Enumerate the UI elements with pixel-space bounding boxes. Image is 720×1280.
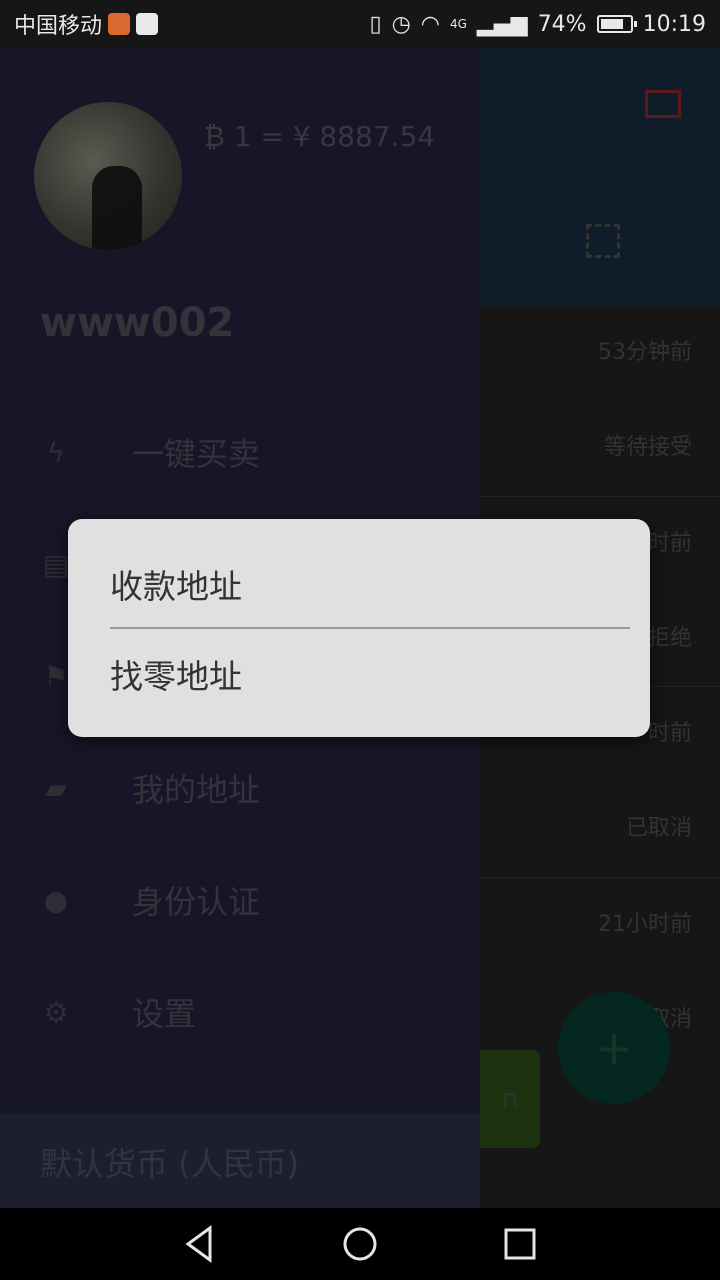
list-item[interactable]: 21小时前 (480, 878, 720, 973)
clock-time: 10:19 (642, 11, 706, 37)
back-icon[interactable] (180, 1224, 220, 1264)
avatar[interactable] (34, 102, 182, 250)
gear-icon: ⚙ (43, 995, 69, 1029)
user-icon: ● (43, 883, 69, 917)
plus-icon: + (594, 1021, 634, 1075)
battery-percent: 74% (537, 11, 587, 37)
signal-icon: ▂▄▆ (476, 11, 528, 37)
home-icon[interactable] (340, 1224, 380, 1264)
default-currency-item[interactable]: 默认货币 (人民币) (0, 1114, 480, 1210)
y-app-icon (136, 13, 159, 35)
menu-item-settings[interactable]: ⚙ 设置 (0, 972, 480, 1052)
exchange-rate: ₿ 1 = ¥ 8887.54 (204, 120, 436, 153)
list-item[interactable]: 53分钟前 (480, 306, 720, 401)
battery-icon (596, 15, 637, 33)
vibrate-icon: ▯ (369, 11, 382, 37)
book-icon: ▰ (45, 771, 67, 805)
receive-address-option[interactable]: 收款地址 (68, 539, 650, 629)
menu-item-my-address[interactable]: ▰ 我的地址 (0, 748, 480, 828)
recents-icon[interactable] (500, 1224, 540, 1264)
change-address-option[interactable]: 找零地址 (68, 629, 650, 719)
username: www002 (40, 300, 235, 346)
carrier-label: 中国移动 (14, 14, 103, 39)
list-item[interactable]: 等待接受 (480, 401, 720, 496)
main-header (480, 48, 720, 306)
alarm-icon: ◷ (391, 11, 411, 37)
network-type-label: 4G (449, 17, 467, 31)
status-bar: 中国移动 ▯ ◷ ◠ 4G ▂▄▆ 74% 10:19 (0, 0, 720, 48)
bottom-action-button[interactable]: n (480, 1050, 540, 1148)
menu-item-verification[interactable]: ● 身份认证 (0, 860, 480, 940)
mail-icon[interactable] (645, 90, 681, 118)
wifi-icon: ◠ (420, 11, 440, 37)
list-item[interactable]: 已取消 (480, 782, 720, 877)
add-fab-button[interactable]: + (558, 992, 670, 1104)
system-nav-bar (0, 1208, 720, 1280)
heart-app-icon (108, 13, 131, 35)
qr-code-icon[interactable] (586, 224, 620, 258)
bolt-icon: ϟ (46, 435, 66, 469)
menu-item-quick-trade[interactable]: ϟ 一键买卖 (0, 412, 480, 492)
address-type-dialog: 收款地址 找零地址 (68, 519, 650, 737)
avatar-photo (92, 166, 142, 250)
